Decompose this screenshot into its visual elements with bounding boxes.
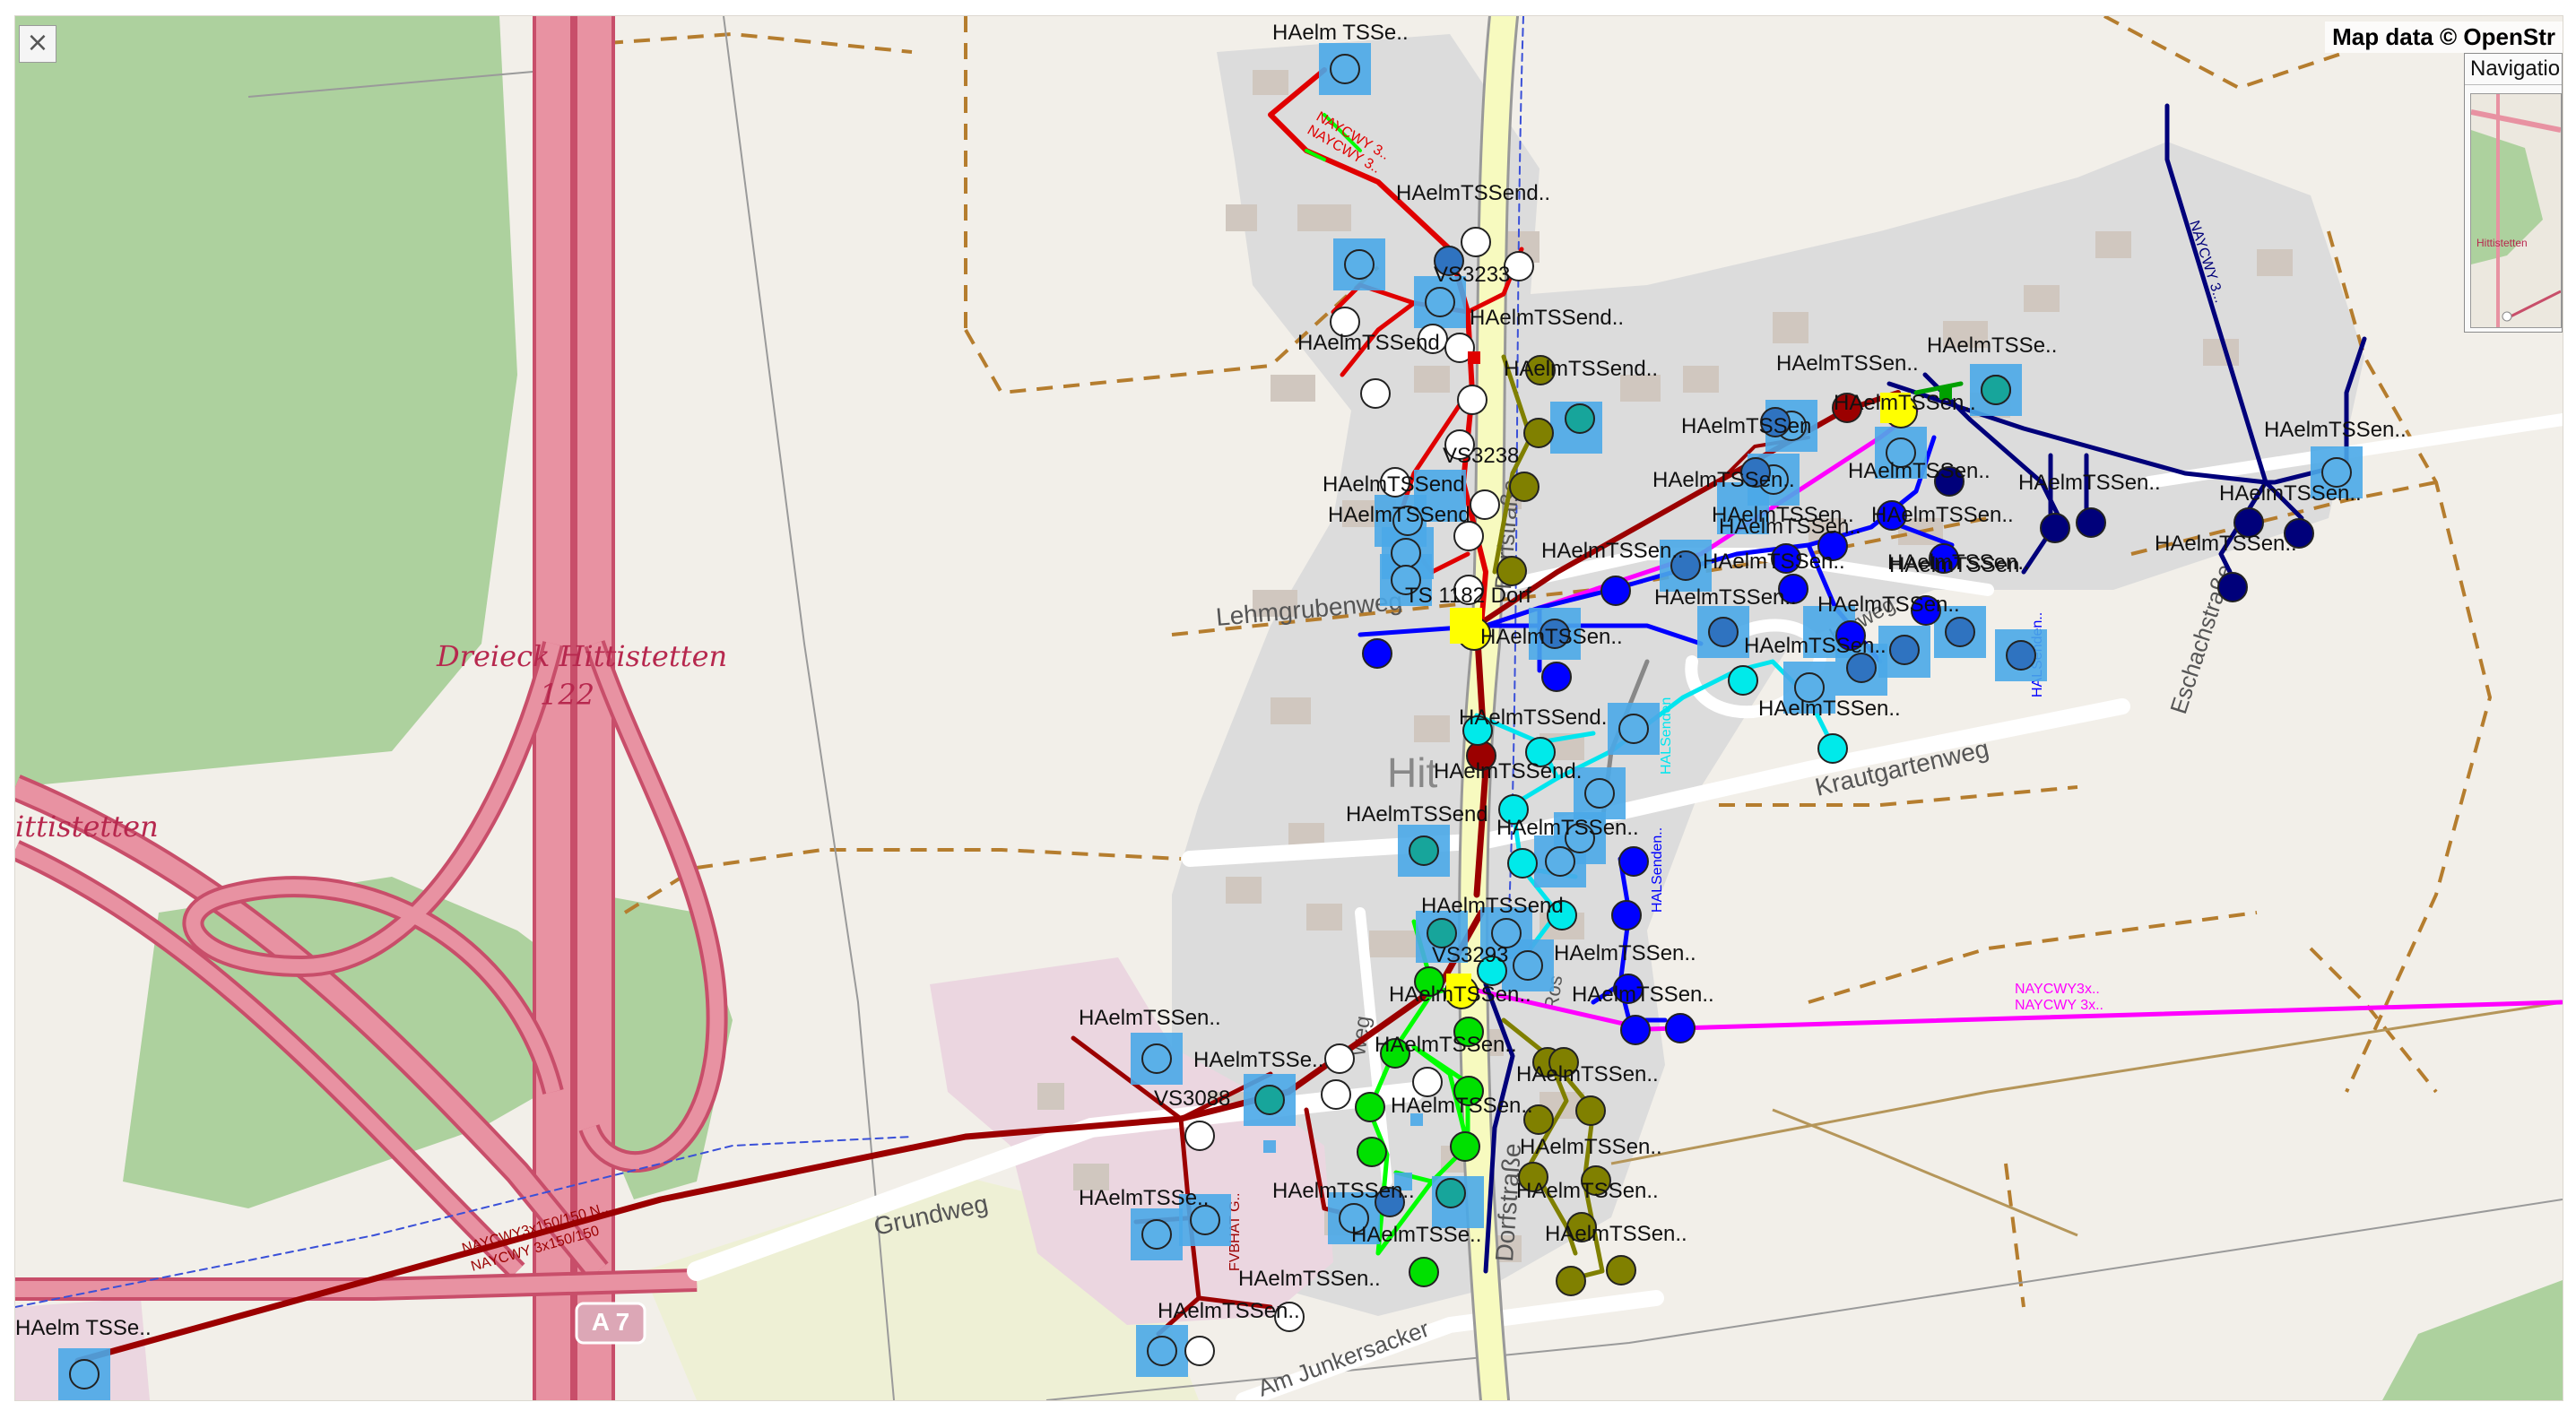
map-canvas[interactable]: Dreieck Hittistetten 122 ittistetten Hit… [15, 16, 2563, 1400]
svg-text:HAelmTSSen..: HAelmTSSen.. [1654, 585, 1797, 610]
svg-text:HAelmTSSe..: HAelmTSSe.. [1927, 333, 2057, 358]
svg-text:HAelmTSSen: HAelmTSSen [1681, 414, 1811, 438]
svg-text:HAelmTSSen..: HAelmTSSen.. [1389, 983, 1531, 1007]
svg-text:HAelmTSSen..: HAelmTSSen.. [2219, 481, 2362, 506]
svg-text:HALSenden..: HALSenden.. [1650, 827, 1665, 913]
svg-text:VS3088: VS3088 [1154, 1086, 1230, 1111]
svg-text:HAelmTSSen..: HAelmTSSen.. [1744, 634, 1886, 658]
svg-text:HAelmTSSen..: HAelmTSSen.. [1238, 1267, 1381, 1291]
svg-text:HAelmTSSen..: HAelmTSSen.. [1516, 1062, 1659, 1086]
svg-text:HAelmTSSen..: HAelmTSSen.. [1554, 941, 1696, 965]
svg-text:HAelmTSSen..: HAelmTSSen.. [1079, 1006, 1221, 1030]
svg-text:HAelmTSSend: HAelmTSSend [1421, 894, 1564, 918]
svg-text:HAelmTSSe..: HAelmTSSe.. [1193, 1048, 1323, 1072]
svg-text:HAelmTSSend: HAelmTSSend [1346, 802, 1488, 827]
svg-text:HAelmTSSen: HAelmTSSen [1889, 553, 2019, 577]
interchange-name-label: Dreieck Hittistetten [436, 639, 727, 673]
svg-text:HAelmTSSen..: HAelmTSSen.. [1545, 1222, 1687, 1246]
svg-text:HAelmTSSend..: HAelmTSSend.. [1504, 357, 1658, 381]
svg-text:NAYCWY3x..: NAYCWY3x.. [2015, 982, 2100, 997]
svg-text:HAelmTSSen..: HAelmTSSen.. [1541, 539, 1684, 563]
svg-text:HAelmTSSend..: HAelmTSSend.. [1396, 181, 1550, 205]
svg-text:HAelmTSSen..: HAelmTSSen.. [1496, 816, 1639, 840]
svg-text:HAelmTSSend..: HAelmTSSend.. [1470, 306, 1624, 330]
svg-text:HAelmTSSen..: HAelmTSSen.. [1834, 391, 1976, 415]
svg-text:HAelmTSSe..: HAelmTSSe.. [1351, 1223, 1481, 1247]
interchange-number-label: 122 [540, 678, 594, 712]
svg-text:HALSenden: HALSenden [1659, 697, 1674, 775]
svg-text:HAelmTSSen..: HAelmTSSen.. [2264, 418, 2407, 442]
map-viewport[interactable]: Dreieck Hittistetten 122 ittistetten Hit… [14, 15, 2563, 1401]
svg-text:HAelmTSSen..: HAelmTSSen.. [1776, 351, 1919, 376]
svg-text:HAelmTSSen..: HAelmTSSen.. [1272, 1179, 1415, 1203]
svg-text:HAelmTSSen..: HAelmTSSen.. [1719, 515, 1861, 539]
overview-minimap[interactable]: Hittistetten [2470, 93, 2562, 328]
svg-text:HAelmTSSen..: HAelmTSSen.. [1652, 468, 1795, 492]
svg-text:HAelmTSSend: HAelmTSSend [1297, 331, 1440, 355]
svg-text:HAelm TSSe..: HAelm TSSe.. [15, 1316, 152, 1340]
svg-text:HAelmTSSend.: HAelmTSSend. [1459, 706, 1607, 730]
svg-text:HAelm TSSe..: HAelm TSSe.. [1272, 21, 1409, 45]
svg-text:HAelmTSSen..: HAelmTSSen.. [1871, 503, 2014, 527]
close-button[interactable]: × [19, 25, 56, 63]
svg-text:HAelmTSSen..: HAelmTSSen.. [2155, 532, 2297, 556]
svg-text:HAelmTSSen..: HAelmTSSen.. [1391, 1094, 1533, 1118]
svg-text:TS 1182 Dorf: TS 1182 Dorf [1405, 584, 1531, 608]
svg-text:HAelmTSSe..: HAelmTSSe.. [1079, 1186, 1209, 1210]
svg-text:HAelmTSSen..: HAelmTSSen.. [1516, 1179, 1659, 1203]
svg-text:HAelmTSSen..: HAelmTSSen.. [1520, 1135, 1662, 1159]
svg-text:HAelmTSSend: HAelmTSSend [1328, 503, 1470, 527]
svg-text:HAelmTSSen..: HAelmTSSen.. [1817, 593, 1960, 617]
svg-text:HAelmTSSend.: HAelmTSSend. [1434, 759, 1582, 783]
svg-text:HAelmTSSen..: HAelmTSSen.. [1703, 550, 1845, 574]
svg-text:NAYCWY 3x..: NAYCWY 3x.. [2015, 998, 2103, 1013]
navigation-panel[interactable]: Navigatio Hittistetten [2464, 53, 2563, 333]
svg-text:VS3238: VS3238 [1443, 444, 1519, 468]
highway-shield: A 7 [575, 1302, 646, 1345]
svg-text:HAelmTSSen..: HAelmTSSen.. [1758, 697, 1901, 721]
svg-text:HAelmTSSen..: HAelmTSSen.. [1848, 459, 1991, 483]
navigation-title: Navigatio [2465, 54, 2562, 85]
svg-text:HAelmTSSend: HAelmTSSend [1323, 472, 1465, 497]
svg-text:A 7: A 7 [592, 1308, 630, 1336]
svg-text:HAelmTSSen..: HAelmTSSen.. [1375, 1033, 1517, 1057]
svg-text:VS3293: VS3293 [1432, 943, 1508, 967]
svg-text:HAelmTSSen..: HAelmTSSen.. [1480, 625, 1623, 649]
village-center-label: Hit [1387, 749, 1437, 796]
village-left-label: ittistetten [15, 809, 159, 844]
svg-text:HAelmTSSen..: HAelmTSSen.. [1572, 983, 1714, 1007]
svg-text:VS3233: VS3233 [1434, 263, 1510, 287]
map-attribution: Map data © OpenStr [2325, 22, 2563, 53]
farm-tracks [1610, 1000, 2563, 1237]
svg-text:HAelmTSSen..: HAelmTSSen.. [1158, 1299, 1300, 1323]
svg-text:HAelmTSSen..: HAelmTSSen.. [2018, 471, 2161, 495]
minimap-label: Hittistetten [2476, 237, 2528, 249]
